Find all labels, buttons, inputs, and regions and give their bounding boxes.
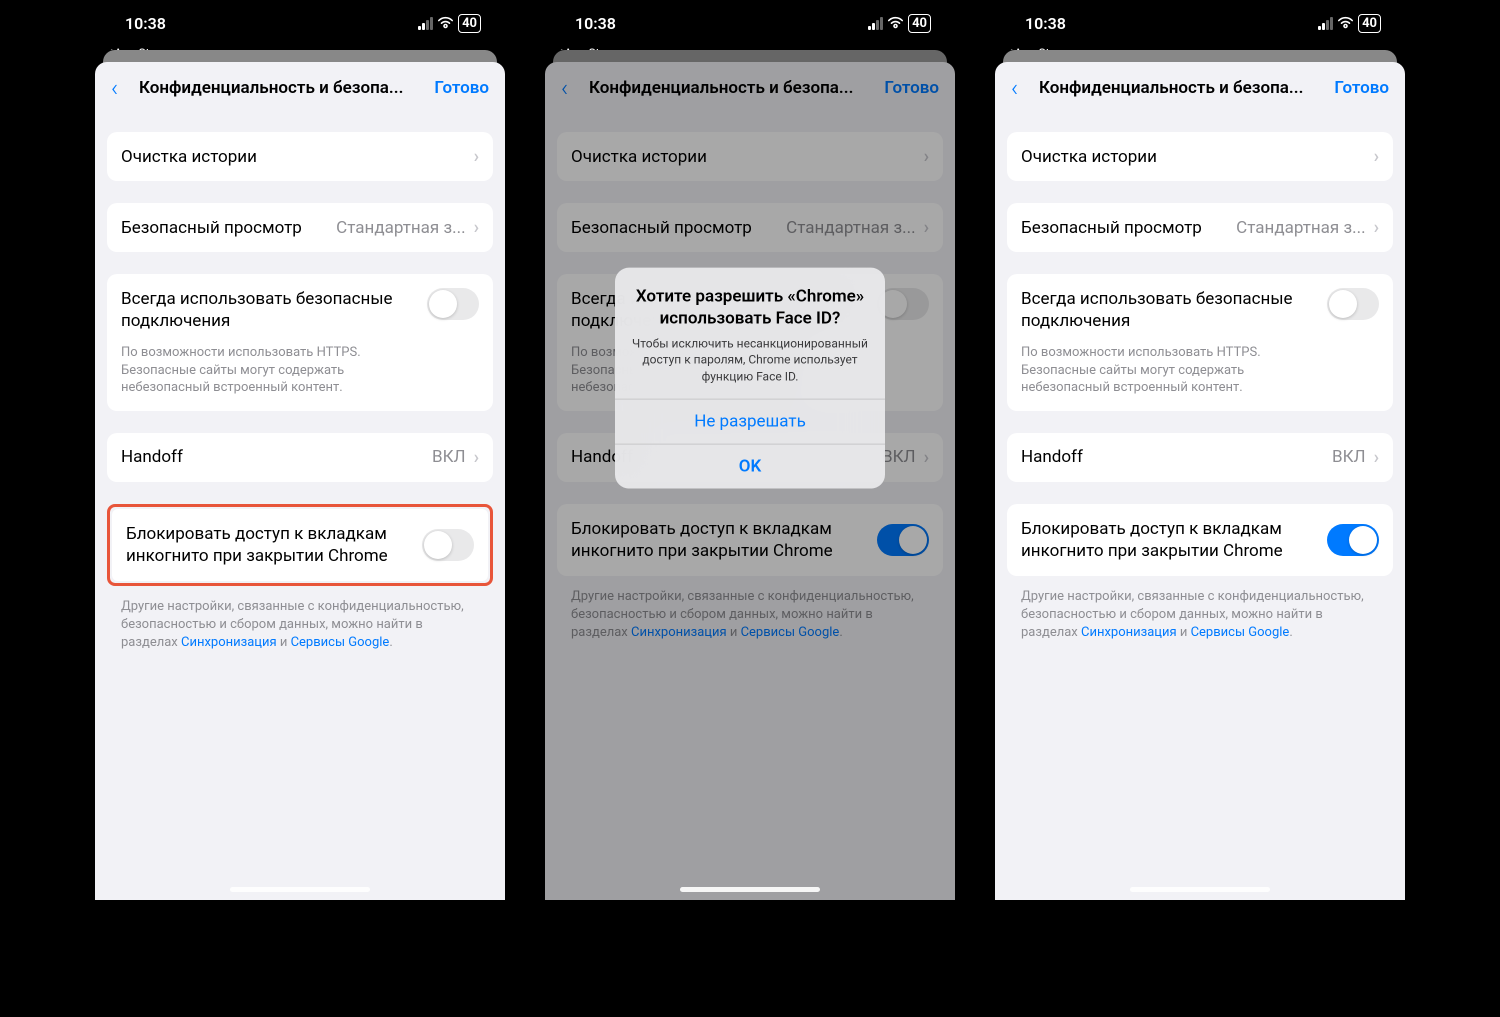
cellular-icon [418, 17, 433, 30]
row-value: ВКЛ [432, 447, 466, 467]
faceid-alert: Хотите разрешить «Chrome» использовать F… [615, 268, 885, 489]
chevron-right-icon: › [1374, 146, 1379, 167]
row-safe-browsing[interactable]: Безопасный просмотр Стандартная з... › [107, 203, 493, 252]
wifi-icon [1337, 14, 1354, 33]
status-bar: 10:38 40 [995, 0, 1405, 46]
link-google-services[interactable]: Сервисы Google [291, 635, 390, 650]
battery-icon: 40 [908, 14, 931, 33]
done-button[interactable]: Готово [1334, 78, 1389, 98]
chevron-right-icon: › [1374, 447, 1379, 468]
chevron-right-icon: › [474, 146, 479, 167]
status-bar: 10:38 40 [545, 0, 955, 46]
page-title: Конфиденциальность и безопа... [131, 78, 434, 98]
toggle-lock-incognito[interactable] [1327, 524, 1379, 556]
row-lock-incognito: Блокировать доступ к вкладкам инкогнито … [1007, 504, 1393, 576]
link-google-services[interactable]: Сервисы Google [1191, 625, 1290, 640]
battery-icon: 40 [458, 14, 481, 33]
highlight-annotation: Блокировать доступ к вкладкам инкогнито … [107, 504, 493, 586]
wifi-icon [887, 14, 904, 33]
footer-text: Другие настройки, связанные с конфиденци… [1007, 576, 1393, 643]
chevron-right-icon: › [474, 447, 479, 468]
page-title: Конфиденциальность и безопа... [581, 78, 884, 98]
home-indicator[interactable] [230, 887, 370, 892]
phone-screen-1: 10:38 40 ◀ App Store ‹ Конфиденциальност… [95, 0, 505, 900]
row-clear-history[interactable]: Очистка истории › [1007, 132, 1393, 181]
row-clear-history[interactable]: Очистка истории › [107, 132, 493, 181]
alert-ok-button[interactable]: OK [615, 443, 885, 488]
back-icon[interactable]: ‹ [561, 74, 581, 102]
home-indicator[interactable] [680, 887, 820, 892]
chevron-right-icon: › [924, 217, 929, 238]
back-icon[interactable]: ‹ [1011, 74, 1031, 102]
chevron-right-icon: › [924, 447, 929, 468]
toggle-lock-incognito[interactable] [877, 524, 929, 556]
chevron-right-icon: › [1374, 217, 1379, 238]
status-bar: 10:38 40 [95, 0, 505, 46]
row-value: Стандартная з... [336, 218, 465, 238]
battery-icon: 40 [1358, 14, 1381, 33]
row-safe-browsing[interactable]: Безопасный просмотр Стандартная з... › [557, 203, 943, 252]
phone-screen-2: 10:38 40 ◀ App Store ‹ Конфиденциальност… [545, 0, 955, 900]
toggle-lock-incognito[interactable] [422, 529, 474, 561]
chevron-right-icon: › [474, 217, 479, 238]
row-lock-incognito: Блокировать доступ к вкладкам инкогнито … [112, 509, 488, 581]
nav-bar: ‹ Конфиденциальность и безопа... Готово [545, 62, 955, 114]
link-sync[interactable]: Синхронизация [181, 635, 277, 650]
row-safe-browsing[interactable]: Безопасный просмотр Стандартная з... › [1007, 203, 1393, 252]
link-sync[interactable]: Синхронизация [1081, 625, 1177, 640]
alert-message: Чтобы исключить несанкционированный дост… [631, 336, 869, 385]
footer-text: Другие настройки, связанные с конфиденци… [107, 586, 493, 653]
link-google-services[interactable]: Сервисы Google [741, 625, 840, 640]
status-right: 40 [418, 14, 481, 33]
row-clear-history[interactable]: Очистка истории › [557, 132, 943, 181]
row-always-https: Всегда использовать безопасные подключен… [1007, 274, 1393, 411]
cellular-icon [1318, 17, 1333, 30]
phone-screen-3: 10:38 40 ◀ App Store ‹ Конфиденциальност… [995, 0, 1405, 900]
cellular-icon [868, 17, 883, 30]
alert-deny-button[interactable]: Не разрешать [615, 398, 885, 443]
status-time: 10:38 [1025, 14, 1066, 33]
toggle-always-https[interactable] [427, 288, 479, 320]
link-sync[interactable]: Синхронизация [631, 625, 727, 640]
status-time: 10:38 [575, 14, 616, 33]
toggle-always-https[interactable] [1327, 288, 1379, 320]
row-lock-incognito: Блокировать доступ к вкладкам инкогнито … [557, 504, 943, 576]
row-handoff[interactable]: Handoff ВКЛ › [107, 433, 493, 482]
page-title: Конфиденциальность и безопа... [1031, 78, 1334, 98]
back-icon[interactable]: ‹ [111, 74, 131, 102]
status-time: 10:38 [125, 14, 166, 33]
done-button[interactable]: Готово [884, 78, 939, 98]
nav-bar: ‹ Конфиденциальность и безопа... Готово [95, 62, 505, 114]
home-indicator[interactable] [1130, 887, 1270, 892]
nav-bar: ‹ Конфиденциальность и безопа... Готово [995, 62, 1405, 114]
chevron-right-icon: › [924, 146, 929, 167]
footer-text: Другие настройки, связанные с конфиденци… [557, 576, 943, 643]
wifi-icon [437, 14, 454, 33]
done-button[interactable]: Готово [434, 78, 489, 98]
row-always-https: Всегда использовать безопасные подключен… [107, 274, 493, 411]
row-handoff[interactable]: Handoff ВКЛ › [1007, 433, 1393, 482]
alert-title: Хотите разрешить «Chrome» использовать F… [631, 286, 869, 330]
row-description: По возможности использовать HTTPS. Безоп… [121, 344, 479, 397]
